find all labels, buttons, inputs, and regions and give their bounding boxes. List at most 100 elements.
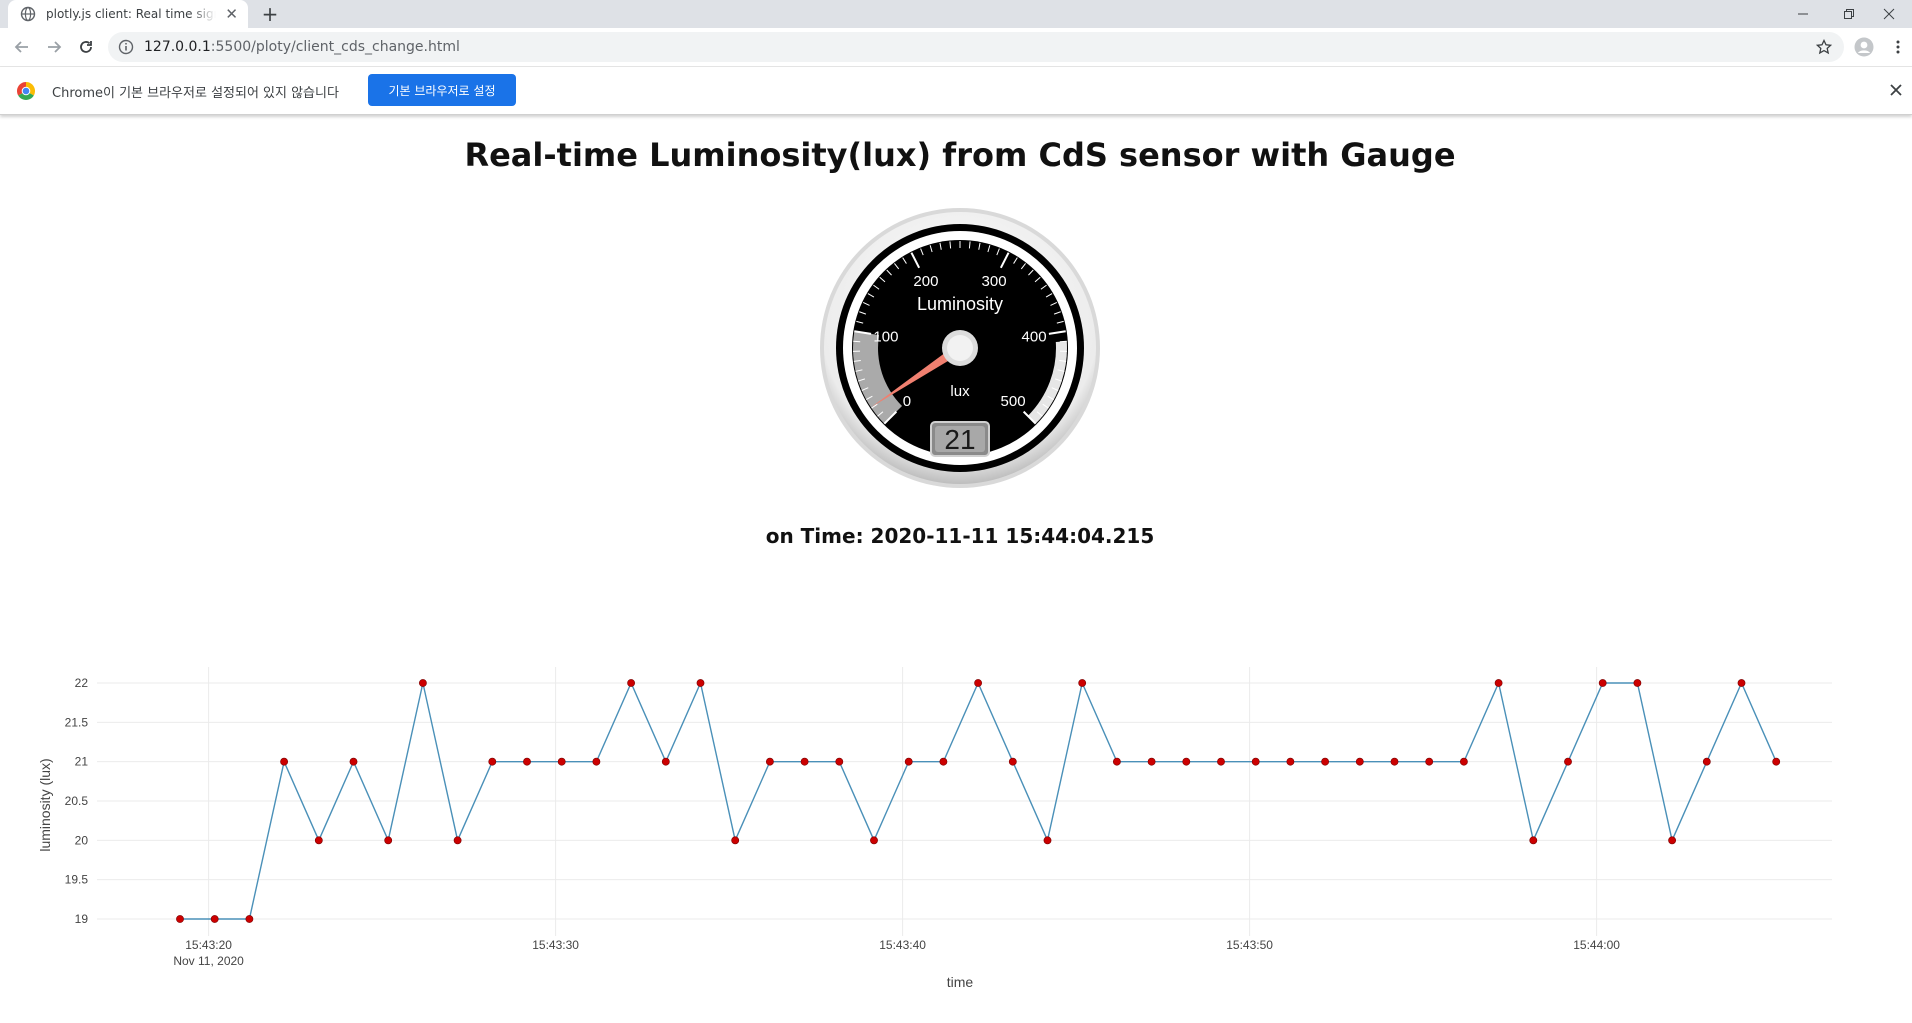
url-text: 127.0.0.1:5500/ploty/client_cds_change.h… [144,39,460,55]
url-path: :5500/ploty/client_cds_change.html [210,39,460,55]
chart-data-point [245,915,254,923]
chart-data-point [1078,679,1087,687]
infobar-close-button[interactable] [1886,80,1906,100]
infobar-message: Chrome이 기본 브라우저로 설정되어 있지 않습니다 [52,86,339,101]
browser-titlebar: plotly.js client: Real time signals ✕ + [0,0,1912,28]
luminosity-gauge: 0 100 200 300 400 500 Luminosity lux 21 [820,208,1100,488]
chart-data-point [1043,836,1052,845]
chart-data-point [904,757,913,766]
chart-data-point [1008,757,1017,766]
chart-data-point [1772,757,1781,766]
gauge-units: lux [950,383,970,400]
globe-icon [20,6,36,22]
chart-y-axis-title: luminosity (lux) [37,758,53,851]
close-window-button[interactable] [1866,0,1912,28]
chart-y-tick-label: 20 [75,833,89,847]
chart-data-point [835,757,844,766]
set-default-browser-button[interactable]: 기본 브라우저로 설정 [368,74,516,106]
chart-data-point [661,757,670,766]
chart-data-point [1564,757,1572,766]
reload-button[interactable] [74,35,98,59]
chart-data-point [766,757,774,766]
minimize-icon [1798,13,1808,15]
chart-data-point [210,915,219,923]
star-icon [1816,39,1832,55]
gauge-tick-label: 400 [1022,328,1047,345]
gauge-minor-tick [968,241,971,249]
chart-data-point [1737,679,1746,687]
timestamp-text: on Time: 2020-11-11 15:44:04.215 [765,524,1155,548]
chart-data-point [453,836,462,845]
chart-y-tick-label: 20.5 [65,794,89,808]
browser-tab[interactable]: plotly.js client: Real time signals ✕ [8,0,248,28]
chart-data-point [1390,757,1399,766]
chart-data-point [627,679,635,687]
chart-data-point [974,679,982,687]
chart-y-tick-labels: 19 19.5 20 20.5 21 21.5 22 [65,676,89,926]
arrow-right-icon [48,41,62,53]
gauge-tick-label: 300 [982,273,1007,290]
gauge-tick-label: 500 [1001,393,1026,410]
chart-data-point [1113,757,1121,766]
chart-data-point [1529,836,1538,845]
chart-y-tick-label: 21 [75,755,89,769]
chart-x-axis-title: time [947,974,974,990]
chart-data-point [176,915,184,923]
page-title: Real-time Luminosity(lux) from CdS senso… [464,136,1456,174]
new-tab-button[interactable]: + [258,2,282,26]
chart-x-tick-label: 15:44:00 [1573,938,1620,952]
luminosity-line-chart: 19 19.5 20 20.5 21 21.5 22 15:43:20 Nov 11, 202… [37,667,1832,990]
chart-y-tick-label: 21.5 [65,715,89,729]
chart-data-point [1598,679,1607,687]
chart-grid [97,667,1832,936]
url-host: 127.0.0.1 [144,39,211,55]
forward-button[interactable] [42,35,66,59]
chart-data-point [280,757,288,766]
gauge-title: Luminosity [917,294,1003,314]
gauge-minor-tick [949,241,952,249]
gauge-tick-label: 200 [913,273,938,290]
chart-data-point [1633,679,1642,687]
chart-x-tick-label: 15:43:50 [1226,938,1273,952]
chart-data-point [349,757,358,766]
bookmark-button[interactable] [1812,35,1836,59]
gauge-value-text: 21 [944,424,975,455]
address-bar[interactable]: 127.0.0.1:5500/ploty/client_cds_change.h… [108,32,1844,62]
more-vert-icon [1896,40,1900,54]
default-browser-infobar: Chrome이 기본 브라우저로 설정되어 있지 않습니다 기본 브라우저로 설… [0,67,1912,115]
chart-data-point [1286,757,1295,766]
chart-data-point [1321,757,1329,766]
back-button[interactable] [10,35,34,59]
chart-data-point [1251,757,1260,766]
browser-menu-button[interactable] [1886,35,1910,59]
chart-data-point [1702,757,1711,766]
tab-title: plotly.js client: Real time signals [46,7,216,21]
chart-data-point [384,836,393,845]
chart-x-tick-label: 15:43:40 [879,938,926,952]
chart-x-tick-labels: 15:43:20 Nov 11, 2020 15:43:30 15:43:40 15:4… [173,938,1620,968]
chart-y-tick-label: 19 [75,912,89,926]
minimize-button[interactable] [1780,0,1826,28]
profile-button[interactable] [1852,35,1876,59]
chart-data-point [557,757,566,766]
arrow-left-icon [14,41,28,53]
reload-icon [80,41,92,53]
chart-x-tick-label: 15:43:20 [185,938,232,952]
chart-data-point [1494,679,1503,687]
tab-close-icon[interactable]: ✕ [225,5,238,23]
chart-data-point [939,757,948,766]
close-icon [1883,8,1895,20]
browser-toolbar: 127.0.0.1:5500/ploty/client_cds_change.h… [0,28,1912,67]
chart-x-tick-sublabel: Nov 11, 2020 [173,954,244,968]
info-icon [118,39,134,55]
close-icon [1890,84,1902,96]
chart-data-point [1355,757,1364,766]
chart-data-point [1217,757,1225,766]
chart-data-point [696,679,705,687]
chart-data-point [314,836,323,845]
chart-y-tick-label: 22 [75,676,89,690]
chart-y-tick-label: 19.5 [65,873,89,887]
chart-data-point [1668,836,1676,845]
chart-data-point [1182,757,1191,766]
chart-data-point [1147,757,1156,766]
